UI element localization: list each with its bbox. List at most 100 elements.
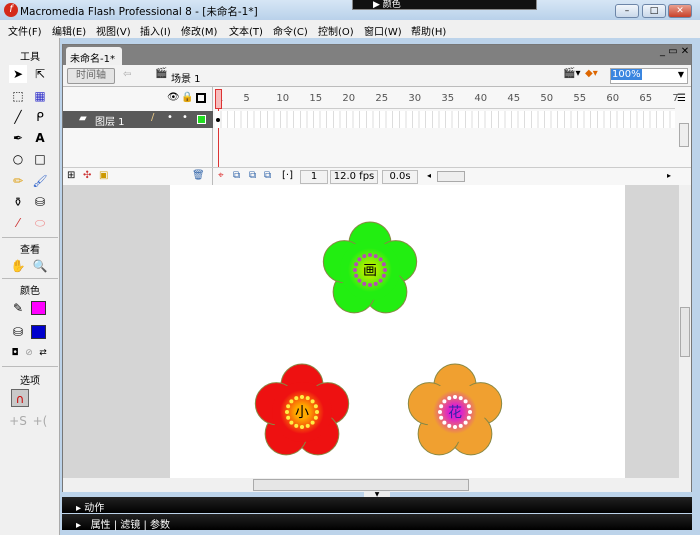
eye-icon[interactable]: 👁 — [167, 92, 180, 103]
frame-grid[interactable] — [215, 111, 675, 128]
timeline-vscroll[interactable] — [679, 123, 689, 147]
menu-commands[interactable]: 命令(C) — [273, 23, 308, 38]
menu-insert[interactable]: 插入(I) — [140, 23, 171, 38]
flower-dot — [285, 410, 289, 414]
scene-label[interactable]: 场景 1 — [171, 70, 201, 85]
stage-hscroll[interactable] — [63, 478, 691, 492]
onion-outline-icon[interactable]: ⧉ — [249, 170, 256, 181]
paint-bucket-icon[interactable]: ⛁ — [31, 193, 49, 211]
subselect-tool-icon[interactable]: ⇱ — [31, 65, 49, 83]
tab-document[interactable]: 未命名-1* — [66, 47, 122, 65]
layer-name[interactable]: 图层 1 — [95, 113, 125, 128]
flower-dot — [362, 254, 367, 259]
scroll-right-icon[interactable]: ▸ — [667, 171, 671, 180]
zoom-value: 100% — [611, 69, 642, 80]
vscroll-thumb[interactable] — [680, 307, 690, 357]
properties-panel-header[interactable]: ▸ 属性 | 滤镜 | 参数 — [62, 514, 692, 531]
smooth-icon[interactable]: +S — [9, 412, 27, 430]
straighten-icon[interactable]: +( — [31, 412, 49, 430]
hscroll-thumb[interactable] — [253, 479, 469, 491]
delete-layer-icon[interactable]: 🗑 — [192, 170, 205, 181]
layer-row[interactable]: ▰ 图层 1 / • • — [63, 111, 213, 128]
maximize-button[interactable]: □ — [642, 4, 666, 18]
center-frame-icon[interactable]: ⌖ — [218, 170, 224, 181]
flower[interactable]: 小 — [254, 363, 350, 456]
oval-tool-icon[interactable]: ○ — [9, 150, 27, 168]
doc-window-controls[interactable]: _ ▭ ✕ — [660, 46, 689, 57]
insert-layer-icon[interactable]: ⊞ — [67, 170, 75, 181]
outline-color-swatch[interactable] — [197, 115, 206, 124]
line-tool-icon[interactable]: ╱ — [9, 108, 27, 126]
colors-title: 颜色 — [20, 286, 40, 297]
menu-edit[interactable]: 编辑(E) — [52, 23, 86, 38]
edit-scene-icon[interactable]: 🎬▾ — [563, 68, 580, 79]
hand-icon[interactable]: ✋ — [9, 257, 27, 275]
tab-properties[interactable]: 属性 — [91, 520, 111, 531]
tab-parameters[interactable]: 参数 — [150, 520, 170, 531]
flower[interactable]: 花 — [407, 363, 503, 456]
pencil-icon[interactable]: ✏ — [9, 172, 27, 190]
scene-icon: 🎬 — [155, 68, 168, 79]
swap-colors-icon[interactable]: ⇄ — [34, 344, 52, 362]
keyframe[interactable] — [216, 118, 220, 122]
eraser-icon[interactable]: ⬭ — [31, 214, 49, 232]
visible-dot[interactable]: • — [167, 112, 173, 123]
flower-dot — [354, 273, 359, 278]
timeline-toggle-button[interactable]: 时间轴 — [67, 68, 115, 84]
menu-help[interactable]: 帮助(H) — [411, 23, 446, 38]
frame-view-menu-icon[interactable]: ☰ — [677, 93, 686, 104]
frame-rate[interactable]: 12.0 fps — [330, 170, 378, 184]
pen-icon[interactable]: ✒ — [9, 129, 27, 147]
lock-icon[interactable]: 🔒 — [181, 92, 193, 103]
lock-dot[interactable]: • — [182, 112, 188, 123]
insert-folder-icon[interactable]: ▣ — [99, 170, 108, 181]
edit-multiple-icon[interactable]: ⧉ — [264, 170, 271, 181]
ruler-label: 35 — [441, 93, 455, 104]
text-tool-icon[interactable]: A — [31, 129, 49, 147]
back-arrow-icon[interactable]: ⇦ — [123, 69, 131, 80]
add-guide-layer-icon[interactable]: ✣ — [83, 170, 91, 181]
menu-modify[interactable]: 修改(M) — [181, 23, 217, 38]
lasso-icon[interactable]: ᑭ — [31, 108, 49, 126]
onion-skin-icon[interactable]: ⧉ — [233, 170, 240, 181]
brush-icon[interactable]: 🖌 — [31, 172, 49, 190]
ruler-label: 45 — [507, 93, 521, 104]
ruler-label: 5 — [243, 93, 250, 104]
fill-color-swatch[interactable] — [31, 325, 46, 339]
actions-panel-header[interactable]: ▸ 动作 — [62, 497, 692, 514]
menu-view[interactable]: 视图(V) — [96, 23, 131, 38]
menu-text[interactable]: 文本(T) — [229, 23, 263, 38]
outline-icon[interactable] — [196, 93, 206, 103]
menu-control[interactable]: 控制(O) — [318, 23, 354, 38]
menu-file[interactable]: 文件(F) — [8, 23, 42, 38]
zoom-icon[interactable]: 🔍 — [31, 257, 49, 275]
snap-magnet-icon[interactable]: ∩ — [11, 389, 29, 407]
zoom-select[interactable]: 100% ▼ — [610, 68, 688, 84]
stroke-color-swatch[interactable] — [31, 301, 46, 315]
ruler-label: 60 — [606, 93, 620, 104]
flower-dot — [305, 423, 310, 428]
timeline-hscroll-thumb[interactable] — [437, 171, 465, 182]
edit-symbol-icon[interactable]: ◆▾ — [585, 68, 598, 79]
flower[interactable]: 画 — [322, 221, 418, 314]
rectangle-tool-icon[interactable]: □ — [31, 150, 49, 168]
close-button[interactable]: ✕ — [668, 4, 692, 18]
menu-window[interactable]: 窗口(W) — [364, 23, 402, 38]
arrow-tool-icon[interactable]: ➤ — [9, 65, 27, 83]
divider — [2, 366, 58, 367]
scroll-left-icon[interactable]: ◂ — [427, 171, 431, 180]
stage-vscroll[interactable] — [679, 185, 691, 478]
onion-markers-icon[interactable]: [·] — [282, 170, 293, 181]
frame-ruler[interactable]: 151015202530354045505560657 — [215, 87, 679, 109]
playhead[interactable] — [215, 89, 222, 109]
eyedropper-icon[interactable]: ⁄ — [9, 214, 27, 232]
gradient-transform-icon[interactable]: ▦ — [31, 87, 49, 105]
minimize-button[interactable]: – — [615, 4, 639, 18]
timeline-footer: ⊞ ✣ ▣ 🗑 ⌖ ⧉ ⧉ ⧉ [·] 1 12.0 fps 0.0s ◂ ▸ — [63, 167, 691, 185]
color-panel-header[interactable]: ▶ 颜色 — [352, 0, 537, 10]
stage-canvas[interactable]: 画小 花 — [170, 185, 625, 478]
tab-filters[interactable]: 滤镜 — [120, 520, 140, 531]
ink-bottle-icon[interactable]: ⚱ — [9, 193, 27, 211]
flower-dot — [381, 273, 386, 278]
free-transform-icon[interactable]: ⬚ — [9, 87, 27, 105]
